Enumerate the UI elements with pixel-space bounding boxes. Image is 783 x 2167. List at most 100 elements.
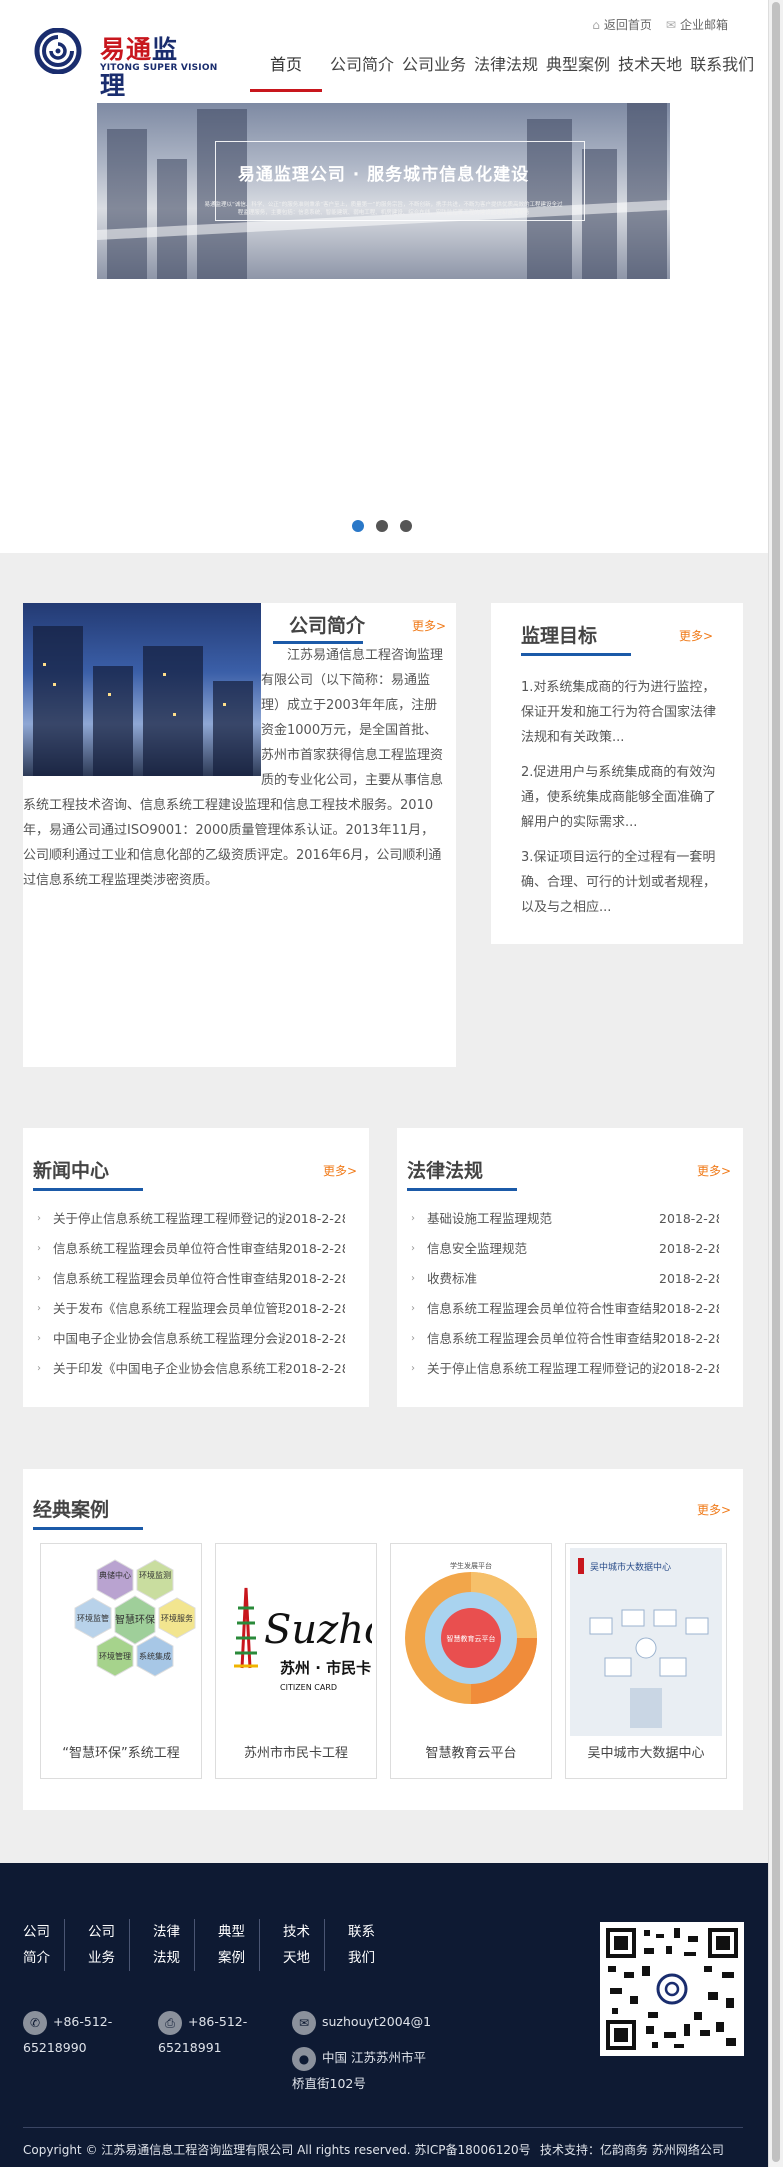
slider-dot-3[interactable] <box>400 520 412 532</box>
scrollbar-thumb[interactable] <box>772 2 780 2162</box>
law-title: 法律法规 <box>407 1160 484 1182</box>
footer-address: ● 中国 江苏苏州市平桥直街102号 <box>292 2045 432 2097</box>
law-card: 法律法规 更多> › 基础设施工程监理规范 2018-2-28 › 信息安全监理规范 2… <box>397 1128 743 1407</box>
svg-text:学生发展平台: 学生发展平台 <box>450 1561 492 1570</box>
case-image: 吴中城市大数据中心 <box>570 1548 722 1736</box>
law-row[interactable]: › 收费标准 2018-2-28 <box>411 1264 731 1294</box>
case-image: 典储中心 环境监测 环境监管 智慧环保 环境服务 环境管理 系统集成 <box>45 1548 197 1736</box>
goal-card: 监理目标 更多> 1.对系统集成商的行为进行监控，保证开发和施工行为符合国家法律… <box>491 603 743 944</box>
nav-item-cases[interactable]: 典型案例 <box>542 52 614 92</box>
email-icon: ✉ <box>292 2010 316 2035</box>
footer-phone: ✆ +86-512-65218990 <box>23 2009 133 2061</box>
mail-link[interactable]: ✉ 企业邮箱 <box>666 16 728 33</box>
copyright: Copyright © 江苏易通信息工程咨询监理有限公司 All rights … <box>23 2143 531 2157</box>
intro-card: 公司简介 更多> 江苏易通信息工程咨询监理有限公司（以下简称：易通监理）成立于2… <box>23 603 456 1067</box>
case-item[interactable]: Suzhou 苏州 · 市民卡 CITIZEN CARD 苏州市市民卡工程 <box>215 1543 377 1779</box>
nav-item-about[interactable]: 公司简介 <box>326 52 398 92</box>
law-row[interactable]: › 基础设施工程监理规范 2018-2-28 <box>411 1204 731 1234</box>
tech-support[interactable]: 技术支持：亿韵商务 苏州网络公司 <box>540 2141 724 2158</box>
svg-text:吴中城市大数据中心: 吴中城市大数据中心 <box>590 1561 671 1573</box>
arrow-icon: › <box>37 1273 41 1284</box>
arrow-icon: › <box>411 1273 415 1284</box>
footer-email[interactable]: ✉ suzhouyt2004@1 <box>292 2009 442 2035</box>
main-nav: 首页 公司简介 公司业务 法律法规 典型案例 技术天地 联系我们 <box>250 52 758 92</box>
arrow-icon: › <box>37 1333 41 1344</box>
news-row[interactable]: › 中国电子企业协会信息系统工程监理分会通知 2018-2-28 <box>37 1324 357 1354</box>
news-row[interactable]: › 关于停止信息系统工程监理工程师登记的通知 2018-2-28 <box>37 1204 357 1234</box>
case-image: Suzhou 苏州 · 市民卡 CITIZEN CARD <box>220 1548 372 1736</box>
news-card: 新闻中心 更多> › 关于停止信息系统工程监理工程师登记的通知 2018-2-28 … <box>23 1128 369 1407</box>
slider-dot-2[interactable] <box>376 520 388 532</box>
nav-item-home[interactable]: 首页 <box>250 52 322 92</box>
banner-title: 易通监理公司 · 服务城市信息化建设 <box>237 165 530 185</box>
case-item[interactable]: 典储中心 环境监测 环境监管 智慧环保 环境服务 环境管理 系统集成 “智慧环保… <box>40 1543 202 1779</box>
news-list: › 关于停止信息系统工程监理工程师登记的通知 2018-2-28 › 信息系统工程监理… <box>37 1204 357 1384</box>
arrow-icon: › <box>411 1243 415 1254</box>
footer-fax: ⎙ +86-512-65218991 <box>158 2009 268 2061</box>
goal-item[interactable]: 3.保证项目运行的全过程有一套明确、合理、可行的计划或者规程，以及与之相应... <box>521 845 721 920</box>
news-more-link[interactable]: 更多> <box>323 1162 357 1179</box>
svg-text:环境监管: 环境监管 <box>77 1613 109 1623</box>
footer-nav-about[interactable]: 公司简介 <box>23 1919 65 1971</box>
intro-title: 公司简介 <box>289 615 366 637</box>
logo-swirl-icon <box>34 28 82 74</box>
case-caption: “智慧环保”系统工程 <box>62 1746 180 1761</box>
logo[interactable]: 易通监理 YITONG SUPER VISION <box>34 26 217 100</box>
goal-item[interactable]: 2.促进用户与系统集成商的有效沟通，使系统集成商能够全面准确了解用户的实际需求.… <box>521 760 721 835</box>
arrow-icon: › <box>37 1243 41 1254</box>
case-image: 智慧教育云平台 学生发展平台 <box>395 1548 547 1736</box>
goal-more-link[interactable]: 更多> <box>679 627 713 644</box>
vertical-scrollbar[interactable] <box>768 0 783 2167</box>
svg-text:智慧教育云平台: 智慧教育云平台 <box>447 1634 496 1643</box>
intro-more-link[interactable]: 更多> <box>412 617 446 634</box>
arrow-icon: › <box>411 1303 415 1314</box>
case-caption: 苏州市市民卡工程 <box>243 1746 348 1761</box>
law-row[interactable]: ›信息系统工程监理会员单位符合性审查结果公示2018-2-28 <box>411 1324 731 1354</box>
news-row[interactable]: ›信息系统工程监理会员单位符合性审查结果公示2018-2-28 <box>37 1264 357 1294</box>
arrow-icon: › <box>37 1303 41 1314</box>
arrow-icon: › <box>411 1333 415 1344</box>
law-row[interactable]: › 信息安全监理规范 2018-2-28 <box>411 1234 731 1264</box>
arrow-icon: › <box>411 1363 415 1374</box>
case-item[interactable]: 吴中城市大数据中心 吴中城市大数据中心 <box>565 1543 727 1779</box>
slider-dot-1[interactable] <box>352 520 364 532</box>
news-row[interactable]: ›关于发布《信息系统工程监理会员单位管理办法》的通知2018-2-28 <box>37 1294 357 1324</box>
footer-nav-cases[interactable]: 典型案例 <box>218 1919 260 1971</box>
page: 易通监理 YITONG SUPER VISION ⌂ 返回首页 ✉ 企业邮箱 首页 … <box>0 0 768 2167</box>
svg-text:系统集成: 系统集成 <box>139 1651 171 1661</box>
mail-icon: ✉ <box>665 17 676 32</box>
cases-more-link[interactable]: 更多> <box>697 1501 731 1518</box>
svg-text:环境管理: 环境管理 <box>99 1651 131 1661</box>
nav-item-tech[interactable]: 技术天地 <box>614 52 686 92</box>
svg-text:环境监测: 环境监测 <box>139 1570 171 1580</box>
case-item[interactable]: 智慧教育云平台 学生发展平台 智慧教育云平台 <box>390 1543 552 1779</box>
header: 易通监理 YITONG SUPER VISION ⌂ 返回首页 ✉ 企业邮箱 首页 … <box>0 0 768 100</box>
footer: 公司简介 公司业务 法律法规 典型案例 技术天地 联系我们 ✆ +86-512-6… <box>0 1863 768 2167</box>
footer-nav: 公司简介 公司业务 法律法规 典型案例 技术天地 联系我们 <box>23 1919 413 1971</box>
footer-nav-contact[interactable]: 联系我们 <box>348 1919 390 1971</box>
banner-image[interactable]: 易通监理公司 · 服务城市信息化建设 易通监理以“诚信、科学、公正”的服务准则秉… <box>97 103 670 279</box>
svg-text:CITIZEN CARD: CITIZEN CARD <box>280 1683 337 1692</box>
news-row[interactable]: ›信息系统工程监理会员单位符合性审查结果公示2018-2-28 <box>37 1234 357 1264</box>
banner-subtitle: 易通监理以“诚信、科学、公正”的服务准则秉承“客户至上，质量第一”的服务宗旨，不… <box>204 202 563 216</box>
back-home-link[interactable]: ⌂ 返回首页 <box>592 16 652 33</box>
footer-nav-business[interactable]: 公司业务 <box>88 1919 130 1971</box>
footer-nav-tech[interactable]: 技术天地 <box>283 1919 325 1971</box>
law-more-link[interactable]: 更多> <box>697 1162 731 1179</box>
phone-icon: ✆ <box>23 2010 47 2035</box>
case-caption: 吴中城市大数据中心 <box>587 1746 705 1761</box>
nav-item-business[interactable]: 公司业务 <box>398 52 470 92</box>
news-row[interactable]: ›关于印发《中国电子企业协会信息系统工程监理》的通知2018-2-28 <box>37 1354 357 1384</box>
intro-text: 江苏易通信息工程咨询监理有限公司（以下简称：易通监理）成立于2003年年底，注册… <box>23 648 444 888</box>
nav-item-contact[interactable]: 联系我们 <box>686 52 758 92</box>
svg-text:智慧环保: 智慧环保 <box>115 1613 155 1626</box>
nav-item-law[interactable]: 法律法规 <box>470 52 542 92</box>
goal-item[interactable]: 1.对系统集成商的行为进行监控，保证开发和施工行为符合国家法律法规和有关政策..… <box>521 675 721 750</box>
footer-nav-law[interactable]: 法律法规 <box>153 1919 195 1971</box>
banner: 易通监理公司 · 服务城市信息化建设 易通监理以“诚信、科学、公正”的服务准则秉… <box>0 100 768 553</box>
news-title: 新闻中心 <box>33 1160 110 1182</box>
law-row[interactable]: › 关于停止信息系统工程监理工程师登记的通知 2018-2-28 <box>411 1354 731 1384</box>
law-row[interactable]: ›信息系统工程监理会员单位符合性审查结果公示2018-2-28 <box>411 1294 731 1324</box>
cases-card: 经典案例 更多> 典储中心 环境监测 环境监管 智慧环保 环境服务 环境管理 系… <box>23 1469 743 1810</box>
goal-list: 1.对系统集成商的行为进行监控，保证开发和施工行为符合国家法律法规和有关政策..… <box>521 675 721 930</box>
